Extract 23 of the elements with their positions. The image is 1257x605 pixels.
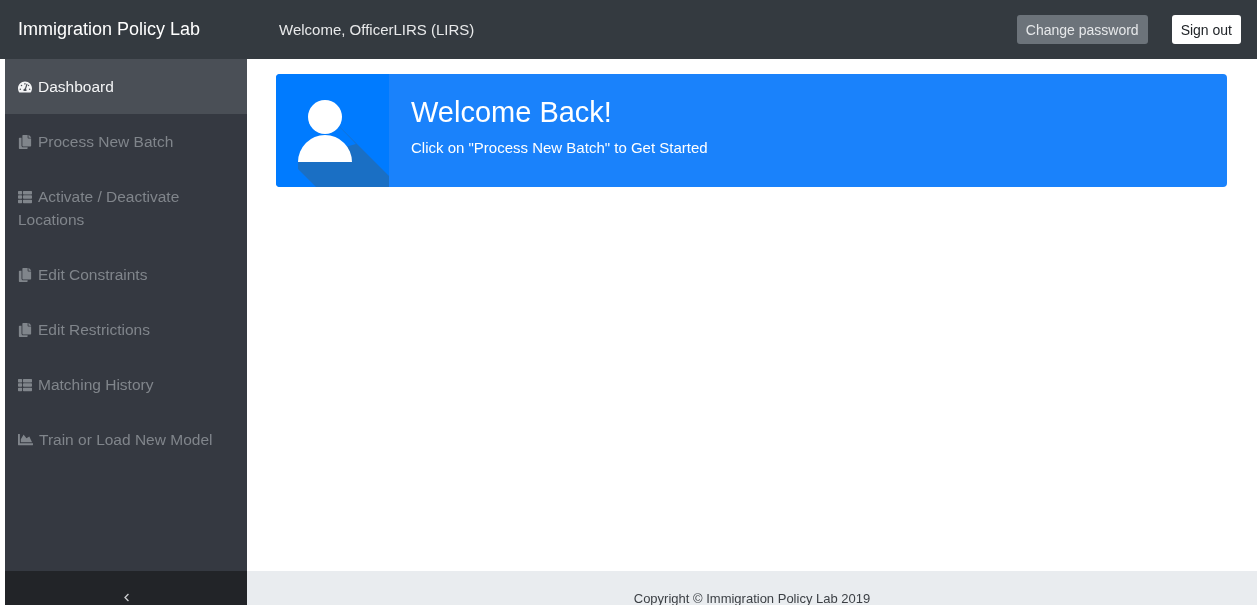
copy-icon: [18, 323, 32, 337]
chevron-left-icon: [121, 593, 131, 602]
sidebar-item[interactable]: Matching History: [5, 357, 247, 412]
list-icon: [18, 378, 32, 392]
dashboard-icon: [18, 80, 32, 94]
change-password-button[interactable]: Change password: [1016, 15, 1148, 44]
sidebar-item[interactable]: Activate / Deactivate Locations: [5, 169, 247, 247]
sidebar-item[interactable]: Process New Batch: [5, 114, 247, 169]
copyright-text: Copyright © Immigration Policy Lab 2019: [633, 591, 871, 605]
welcome-title: Welcome Back!: [411, 96, 613, 129]
copy-icon: [18, 135, 32, 149]
sign-out-button[interactable]: Sign out: [1171, 15, 1241, 44]
welcome-text: Welcome, OfficerLIRS (LIRS): [279, 21, 476, 38]
collapse-sidebar-button[interactable]: [5, 571, 247, 605]
list-icon: [18, 190, 32, 204]
app-title[interactable]: Immigration Policy Lab: [18, 19, 279, 40]
sidebar-item[interactable]: Train or Load New Model: [5, 412, 247, 467]
sidebar-item[interactable]: Edit Restrictions: [5, 302, 247, 357]
sidebar-item[interactable]: Edit Constraints: [5, 247, 247, 302]
welcome-subtitle: Click on "Process New Batch" to Get Started: [411, 139, 708, 156]
area-chart-icon: [18, 432, 33, 447]
copy-icon: [18, 268, 32, 282]
sidebar-item[interactable]: Dashboard: [5, 59, 247, 114]
